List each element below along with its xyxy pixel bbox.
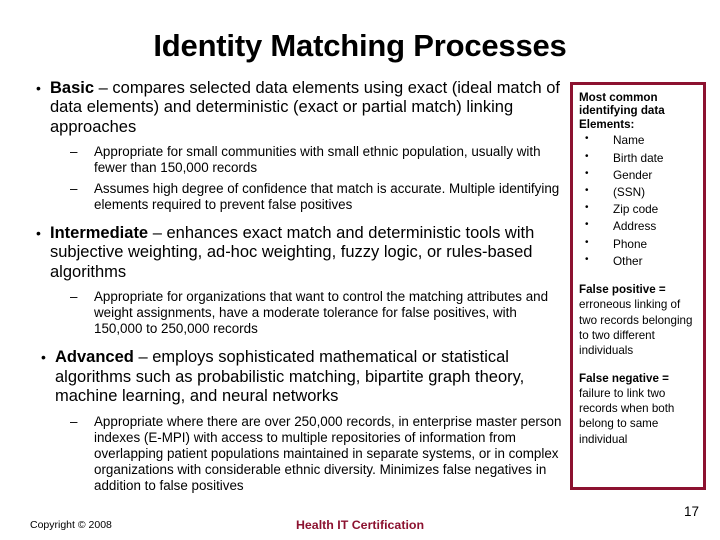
identifying-elements-list: • Name • Birth date • Gender • (SSN) • Zip co… — [579, 132, 698, 270]
sub-bullet-text: Appropriate for organizations that want … — [94, 289, 549, 337]
bullet-marker-icon: • — [36, 80, 41, 96]
definition-term: False negative = — [579, 371, 669, 385]
sidebar-heading: Most common identifying data Elements: — [579, 91, 665, 131]
dash-marker-icon: – — [70, 144, 78, 160]
bullet-marker-icon: • — [585, 167, 589, 179]
list-item: • Zip code — [579, 201, 698, 218]
sub-bullet: – Appropriate for small communities with … — [26, 144, 564, 176]
list-item-label: Other — [613, 253, 643, 268]
slide-body-content: • Basic – compares selected data elements… — [26, 79, 564, 505]
bullet-marker-icon: • — [585, 184, 589, 196]
list-item: • Name — [579, 132, 698, 149]
bullet-intermediate-dash-glyph: – — [152, 223, 162, 242]
dash-marker-icon: – — [70, 289, 78, 305]
bullet-basic-text: compares selected data elements using ex… — [50, 79, 560, 136]
bullet-advanced-term: Advanced — [55, 348, 134, 367]
bullet-marker-icon: • — [585, 236, 589, 248]
slide-number: 17 — [684, 504, 700, 519]
bullet-marker-icon: • — [585, 202, 589, 214]
bullet-intermediate: • Intermediate – enhances exact match and… — [26, 224, 564, 282]
bullet-marker-icon: • — [585, 133, 589, 145]
sub-bullet: – Appropriate for organizations that want… — [26, 289, 564, 337]
bullet-marker-icon: • — [585, 219, 589, 231]
bullet-marker-icon: • — [36, 224, 41, 241]
list-item-label: Gender — [613, 167, 653, 182]
bullet-basic: • Basic – compares selected data elements… — [26, 79, 564, 137]
definition-false-positive: False positive = erroneous linking of tw… — [579, 282, 698, 358]
list-item-label: Birth date — [613, 150, 664, 165]
list-item: • Gender — [579, 167, 698, 184]
sub-bullet: – Assumes high degree of confidence that … — [26, 181, 564, 213]
definition-body: erroneous linking of two records belongi… — [579, 298, 693, 358]
page-title: Identity Matching Processes — [153, 28, 567, 63]
bullet-intermediate-term: Intermediate — [50, 223, 149, 242]
list-item-label: (SSN) — [613, 184, 646, 199]
definition-body: failure to link two records when both be… — [579, 386, 675, 446]
definition-term: False positive = — [579, 283, 666, 297]
list-item-label: Name — [613, 133, 645, 148]
sub-bullet-group-advanced: – Appropriate where there are over 250,00… — [26, 414, 564, 494]
sub-bullet-text: Appropriate for small communities with s… — [94, 144, 541, 176]
bullet-marker-icon: • — [41, 349, 46, 366]
list-item-label: Zip code — [613, 202, 659, 217]
list-item-label: Address — [613, 219, 657, 234]
content-block-advanced: • Advanced – employs sophisticated mathem… — [26, 348, 564, 494]
list-item: • (SSN) — [579, 184, 698, 201]
list-item-label: Phone — [613, 236, 648, 251]
sub-bullet: – Appropriate where there are over 250,00… — [26, 414, 564, 494]
bullet-basic-term: Basic — [50, 79, 95, 97]
bullet-marker-icon: • — [585, 150, 589, 162]
bullet-marker-icon: • — [585, 253, 589, 265]
list-item: • Other — [579, 253, 698, 270]
sub-bullet-text: Assumes high degree of confidence that m… — [94, 180, 560, 212]
content-block-intermediate: • Intermediate – enhances exact match and… — [26, 224, 564, 338]
sub-bullet-text: Appropriate where there are over 250,000… — [94, 413, 562, 494]
sidebar-callout-box: Most common identifying data Elements: •… — [570, 82, 706, 490]
sub-bullet-group-intermediate: – Appropriate for organizations that want… — [26, 289, 564, 337]
bullet-advanced: • Advanced – employs sophisticated mathem… — [26, 348, 564, 406]
bullet-advanced-dash-glyph: – — [138, 348, 148, 367]
slide-canvas: Identity Matching Processes • Basic – com… — [0, 0, 720, 540]
definition-false-negative: False negative = failure to link two rec… — [579, 371, 698, 447]
list-item: • Address — [579, 218, 698, 235]
list-item: • Phone — [579, 236, 698, 253]
dash-marker-icon: – — [70, 180, 78, 196]
footer-brand: Health IT Certification — [295, 518, 425, 532]
content-block-basic: • Basic – compares selected data elements… — [26, 79, 564, 213]
dash-marker-icon: – — [70, 413, 78, 429]
sub-bullet-group-basic: – Appropriate for small communities with … — [26, 144, 564, 212]
bullet-basic-dash-glyph: – — [98, 79, 108, 97]
list-item: • Birth date — [579, 150, 698, 167]
